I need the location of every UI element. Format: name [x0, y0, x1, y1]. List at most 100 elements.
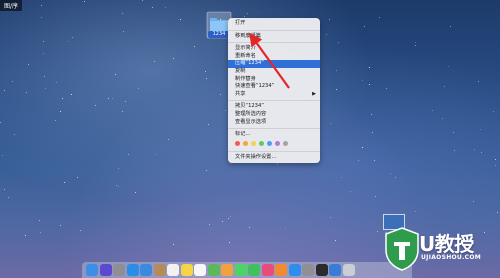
star [125, 100, 127, 102]
menu-item[interactable]: 复制 [228, 68, 320, 76]
tag-color-dot[interactable] [259, 141, 264, 147]
star [121, 12, 123, 14]
star [415, 210, 417, 212]
star [350, 191, 352, 193]
siri-icon[interactable] [99, 264, 112, 276]
system-preferences-icon[interactable] [302, 264, 314, 276]
star [229, 241, 231, 243]
star [225, 109, 227, 111]
star [390, 173, 392, 175]
menu-item[interactable]: 文件夹操作设置… [228, 154, 320, 162]
star [41, 17, 43, 19]
watermark-url: UJIAOSHOU.COM [421, 254, 482, 261]
calendar-icon[interactable] [167, 264, 179, 276]
star [70, 94, 72, 96]
safari-icon[interactable] [126, 264, 139, 276]
star [83, 0, 85, 2]
star [118, 185, 120, 187]
star [12, 80, 14, 82]
launchpad-icon[interactable] [113, 264, 125, 276]
menu-item-label: 显示简介 [235, 45, 256, 52]
star [415, 42, 417, 44]
app-store-icon[interactable] [288, 264, 301, 276]
star [371, 131, 373, 133]
reminders-icon[interactable] [194, 264, 206, 276]
star [495, 164, 497, 166]
menu-item-label: 查看显示选项 [235, 118, 267, 125]
trash-icon[interactable] [342, 264, 355, 276]
star [228, 218, 230, 220]
menu-item[interactable]: 标记… [228, 131, 320, 139]
messages-icon[interactable] [234, 264, 247, 276]
star [494, 158, 496, 160]
star [362, 79, 364, 81]
menu-item-label: 标记… [235, 131, 251, 138]
star [431, 110, 433, 112]
star [364, 25, 366, 27]
star [44, 88, 46, 90]
ibooks-icon[interactable] [275, 264, 287, 276]
menu-separator [228, 150, 320, 152]
menu-item-label: 移到废纸篓 [235, 32, 261, 39]
mail-icon[interactable] [140, 264, 152, 276]
star [111, 97, 113, 99]
star [474, 148, 476, 150]
chevron-right-icon: ▶ [312, 90, 316, 97]
star [39, 219, 41, 221]
star [480, 152, 482, 154]
star [122, 30, 124, 32]
star [179, 19, 181, 21]
shield-logo-icon [385, 227, 419, 271]
star [330, 217, 332, 219]
star [1, 154, 3, 156]
star [442, 117, 444, 119]
star [472, 200, 474, 202]
menu-item-label: 文件夹操作设置… [235, 153, 277, 160]
menu-item[interactable]: 移到废纸篓 [228, 33, 320, 41]
star [477, 81, 479, 83]
star [335, 70, 337, 72]
tag-color-dot[interactable] [267, 141, 272, 147]
tag-color-dot[interactable] [243, 141, 248, 147]
tag-color-dot[interactable] [275, 141, 280, 147]
menu-item[interactable]: 显示简介 [228, 45, 320, 53]
menu-item[interactable]: 拷贝“1234” [228, 103, 320, 111]
photos-icon[interactable] [221, 264, 233, 276]
terminal-icon[interactable] [315, 264, 328, 276]
star [63, 182, 65, 184]
browser-icon[interactable] [329, 264, 341, 276]
star [173, 244, 175, 246]
tag-color-dot[interactable] [235, 141, 240, 147]
menu-item[interactable]: 整理所选内容 [228, 111, 320, 119]
star [61, 97, 63, 99]
star [285, 228, 287, 230]
notes-icon[interactable] [180, 264, 193, 276]
star [369, 84, 371, 86]
star [60, 224, 62, 226]
star [375, 195, 377, 197]
star [68, 41, 70, 43]
itunes-icon[interactable] [261, 264, 274, 276]
star [208, 223, 210, 225]
menu-item-label: 复制 [235, 67, 246, 74]
facetime-icon[interactable] [248, 264, 260, 276]
menu-separator [228, 128, 320, 130]
maps-icon[interactable] [207, 264, 220, 276]
finder-icon[interactable] [86, 264, 98, 276]
tag-color-dot[interactable] [283, 141, 288, 147]
star [40, 5, 42, 7]
menu-item[interactable]: 压缩“1234” [228, 60, 320, 68]
menu-item[interactable]: 查看显示选项 [228, 119, 320, 127]
tag-color-dot[interactable] [251, 141, 256, 147]
star [368, 66, 370, 68]
contacts-icon[interactable] [153, 264, 166, 276]
menu-item[interactable]: 共享 ▶ [228, 91, 320, 99]
star [326, 34, 328, 35]
star [247, 13, 248, 14]
menu-item[interactable]: 打开 [228, 20, 320, 28]
star [376, 231, 378, 233]
star [39, 231, 41, 233]
watermark-title: U教授 [419, 232, 474, 256]
menu-item[interactable]: 快速查看“1234” [228, 83, 320, 91]
folder-name-label[interactable]: 1234 [208, 31, 230, 38]
